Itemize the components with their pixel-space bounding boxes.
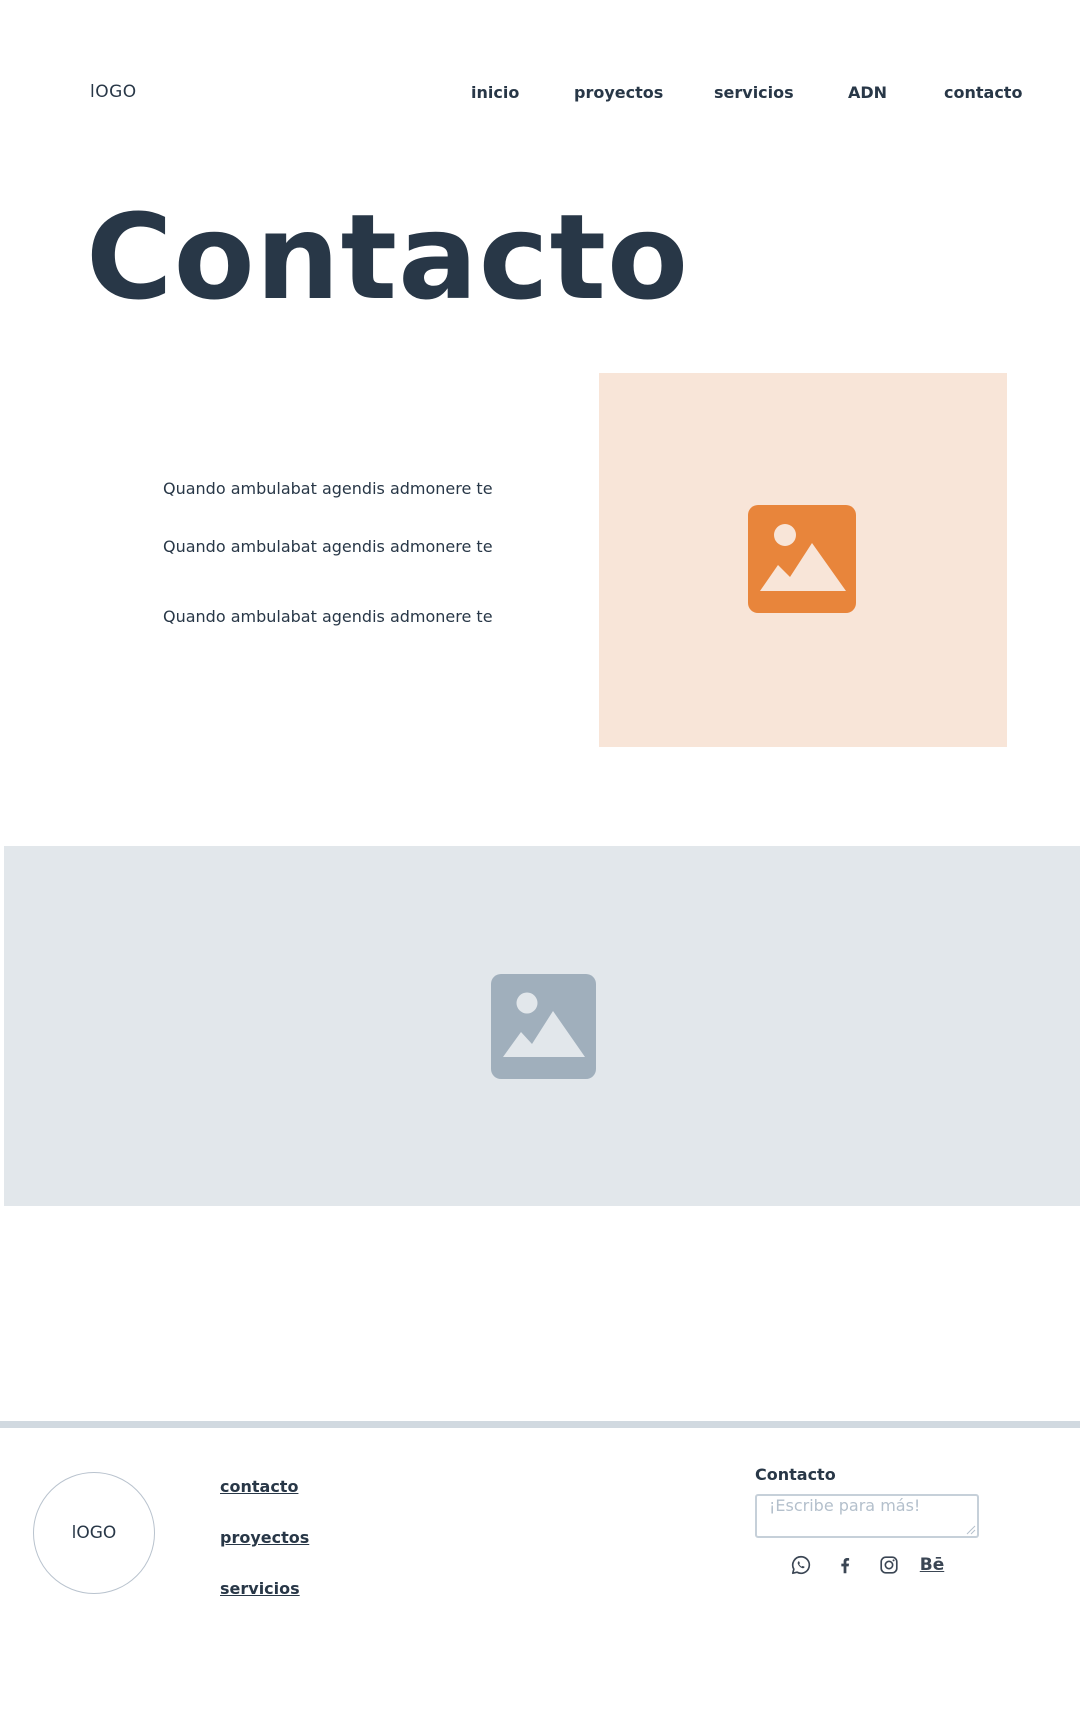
body-text-line: Quando ambulabat agendis admonere te (163, 607, 493, 626)
social-links: Bē (0, 1553, 1080, 1577)
contact-label: Contacto (755, 1465, 836, 1484)
body-text-line: Quando ambulabat agendis admonere te (163, 537, 493, 556)
facebook-icon[interactable] (833, 1553, 857, 1577)
instagram-icon[interactable] (877, 1553, 901, 1577)
image-placeholder-icon (491, 974, 596, 1079)
contact-input[interactable] (755, 1494, 979, 1538)
resize-grip-icon[interactable] (966, 1525, 976, 1535)
banner-image (4, 846, 1080, 1206)
footer-link-proyectos[interactable]: proyectos (220, 1528, 309, 1547)
footer-link-contacto[interactable]: contacto (220, 1477, 298, 1496)
nav-item-adn[interactable]: ADN (848, 83, 887, 102)
footer-logo-text: lOGO (71, 1523, 117, 1543)
body-text-line: Quando ambulabat agendis admonere te (163, 479, 493, 498)
nav-item-proyectos[interactable]: proyectos (574, 83, 663, 102)
page: lOGO inicio proyectos servicios ADN cont… (0, 0, 1080, 1720)
image-placeholder-icon (748, 505, 856, 613)
whatsapp-icon[interactable] (789, 1553, 813, 1577)
page-title: Contacto (86, 188, 690, 326)
main-nav: inicio proyectos servicios ADN contacto (0, 83, 1080, 107)
behance-icon-text: Bē (919, 1555, 945, 1575)
nav-item-inicio[interactable]: inicio (471, 83, 519, 102)
footer-link-servicios[interactable]: servicios (220, 1579, 300, 1598)
footer-divider (0, 1421, 1080, 1428)
feature-image (599, 373, 1007, 747)
nav-item-contacto[interactable]: contacto (944, 83, 1022, 102)
nav-item-servicios[interactable]: servicios (714, 83, 794, 102)
behance-icon[interactable]: Bē (919, 1553, 945, 1577)
